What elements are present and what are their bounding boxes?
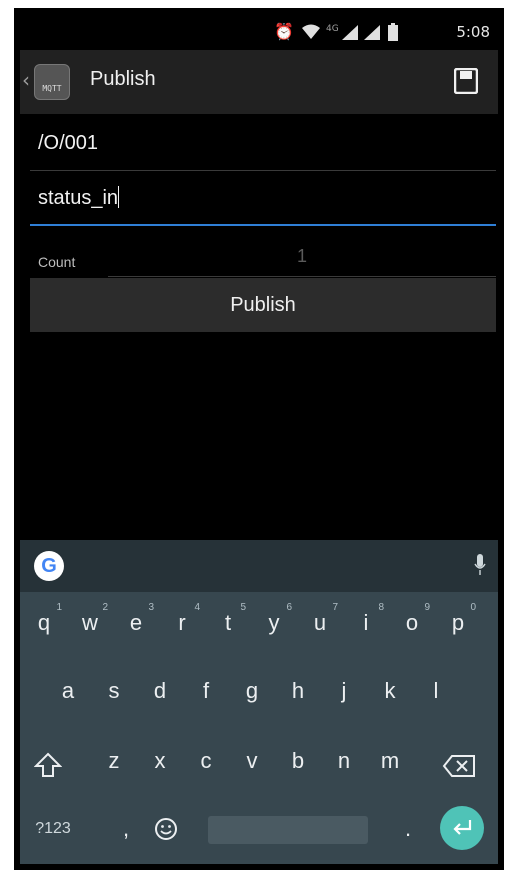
key-f[interactable]: f [186,678,226,704]
key-x[interactable]: x [140,748,180,774]
key-t[interactable]: t5 [208,602,248,636]
key-u[interactable]: u7 [300,602,340,636]
app-bar: ‹ MQTT Publish [20,50,498,114]
comma-key[interactable]: , [106,816,146,842]
key-w-label: w [82,610,98,635]
shift-key-icon[interactable] [34,752,62,778]
key-q-label: q [37,610,51,635]
key-a[interactable]: a [48,678,88,704]
key-o[interactable]: o9 [392,602,432,636]
key-q-hint: 1 [56,602,62,613]
key-i-label: i [363,610,369,635]
key-l[interactable]: l [416,678,456,704]
count-field[interactable]: 1 [108,242,496,277]
key-t-hint: 5 [240,602,246,613]
signal-icon-2 [364,25,380,40]
key-w[interactable]: w2 [70,602,110,636]
enter-key[interactable] [440,806,484,850]
key-e-label: e [129,610,143,635]
key-y-hint: 6 [286,602,292,613]
clock-time: 5:08 [456,23,490,41]
battery-icon [388,23,398,41]
key-r-label: r [178,610,186,635]
keyboard-suggestion-bar: G [20,540,498,592]
message-value: status_in [38,187,119,209]
key-r-hint: 4 [194,602,200,613]
key-q[interactable]: q1 [24,602,64,636]
key-h[interactable]: h [278,678,318,704]
google-logo-icon[interactable]: G [34,551,64,581]
key-s[interactable]: s [94,678,134,704]
topic-field[interactable]: /O/001 [30,118,496,171]
key-d[interactable]: d [140,678,180,704]
key-n[interactable]: n [324,748,364,774]
key-i[interactable]: i8 [346,602,386,636]
key-g[interactable]: g [232,678,272,704]
app-logo-icon[interactable]: MQTT [34,64,70,100]
count-value: 1 [296,246,307,266]
key-b[interactable]: b [278,748,318,774]
message-value-wrapper: status_in [38,186,120,210]
page-title: Publish [90,68,156,90]
text-cursor [118,186,120,208]
network-type-label: 4G [326,24,339,34]
phone-screen: ⏰ 4G 5:08 ‹ MQTT Publish /O/001 status_i… [20,14,498,864]
key-e-hint: 3 [148,602,154,613]
backspace-key-icon[interactable] [442,754,476,778]
key-i-hint: 8 [378,602,384,613]
key-c[interactable]: c [186,748,226,774]
emoji-key-icon[interactable] [154,817,178,841]
key-o-label: o [405,610,419,635]
key-u-hint: 7 [332,602,338,613]
soft-keyboard: G q1 w2 e3 r4 t5 y6 u7 i8 o9 p0 a s d f … [20,540,498,864]
message-field[interactable]: status_in [30,172,496,226]
status-bar: ⏰ 4G 5:08 [20,14,498,50]
publish-button[interactable]: Publish [30,278,496,332]
app-logo-label: MQTT [42,84,62,93]
key-k[interactable]: k [370,678,410,704]
key-p-label: p [451,610,465,635]
symbols-key[interactable]: ?123 [28,820,78,838]
key-u-label: u [313,610,327,635]
signal-icon-1 [342,25,358,40]
keyboard-keys: q1 w2 e3 r4 t5 y6 u7 i8 o9 p0 a s d f g … [20,592,498,864]
key-t-label: t [224,610,232,635]
enter-arrow-icon [453,820,472,835]
key-r[interactable]: r4 [162,602,202,636]
count-label: Count [38,254,76,270]
wifi-icon [302,24,320,39]
key-w-hint: 2 [102,602,108,613]
key-p-hint: 0 [470,602,476,613]
mic-icon[interactable] [474,554,486,576]
key-j[interactable]: j [324,678,364,704]
key-z[interactable]: z [94,748,134,774]
key-v[interactable]: v [232,748,272,774]
period-key[interactable]: . [388,816,428,842]
key-e[interactable]: e3 [116,602,156,636]
back-chevron-icon[interactable]: ‹ [22,68,30,92]
key-o-hint: 9 [424,602,430,613]
spacebar-key[interactable] [208,816,368,844]
save-icon[interactable] [454,68,478,94]
alarm-icon: ⏰ [274,22,294,41]
key-y-label: y [268,610,280,635]
key-m[interactable]: m [370,748,410,774]
topic-value: /O/001 [38,132,99,154]
key-p[interactable]: p0 [438,602,478,636]
key-y[interactable]: y6 [254,602,294,636]
